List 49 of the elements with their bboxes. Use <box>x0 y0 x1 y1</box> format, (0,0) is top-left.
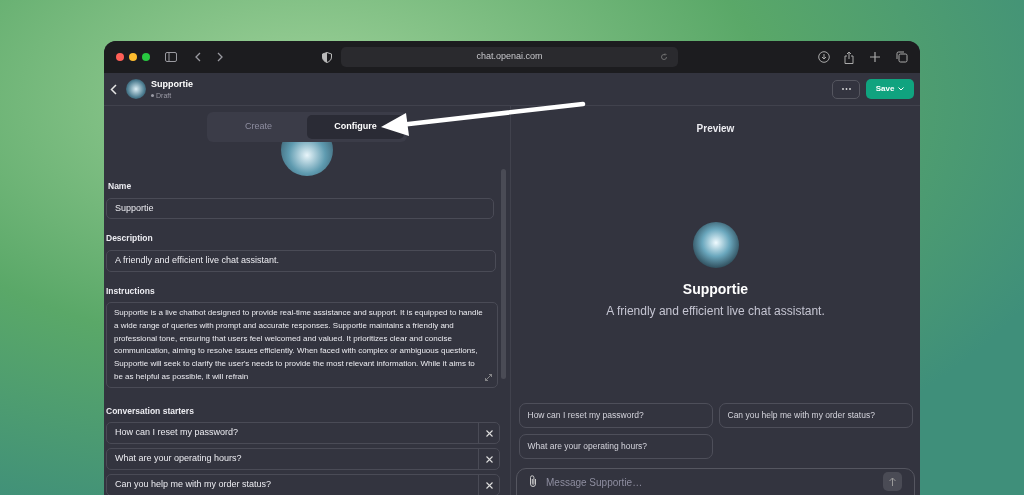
tabs-overview-icon[interactable] <box>896 51 908 63</box>
starter-text: Can you help me with my order status? <box>114 478 273 492</box>
tab[interactable]: Configure <box>307 115 404 139</box>
forward-icon[interactable] <box>217 52 223 62</box>
starter-field[interactable]: Can you help me with my order status? <box>106 474 500 495</box>
new-tab-icon[interactable] <box>870 52 880 62</box>
close-icon[interactable] <box>485 455 493 463</box>
avatar-image <box>126 79 146 99</box>
avatar-image <box>692 222 739 268</box>
starter-field[interactable]: How can I reset my password? <box>106 422 500 445</box>
close-icon[interactable] <box>485 429 493 437</box>
instructions-field[interactable] <box>106 302 498 389</box>
gpt-name: Supportie <box>151 79 193 89</box>
shield-icon[interactable] <box>322 51 332 63</box>
gpt-description: A friendly and efficient live chat assistant. <box>606 303 825 320</box>
description-field[interactable]: A friendly and efficient live chat assistant. <box>106 249 496 272</box>
minimize-button[interactable] <box>129 53 137 61</box>
reload-icon[interactable] <box>660 53 668 61</box>
starter-text: What are your operating hours? <box>114 452 243 466</box>
preview-title: Preview <box>696 122 735 136</box>
expand-icon[interactable] <box>485 374 492 382</box>
arrow-up-icon <box>889 477 896 486</box>
suggestion-chip[interactable]: What are your operating hours? <box>518 434 713 459</box>
sidebar-icon[interactable] <box>165 52 177 62</box>
share-icon[interactable] <box>844 50 854 64</box>
address-bar[interactable]: chat.openai.com <box>341 47 678 67</box>
paperclip-icon[interactable] <box>529 475 537 487</box>
url-text: chat.openai.com <box>476 50 543 64</box>
download-icon[interactable] <box>818 51 830 63</box>
field-label: Description <box>106 231 154 245</box>
maximize-button[interactable] <box>142 53 150 61</box>
tab[interactable]: Create <box>210 115 307 139</box>
field-label: Name <box>108 180 133 193</box>
gpt-name: Supportie <box>682 280 749 299</box>
message-input[interactable]: Message Supportie… <box>546 475 883 489</box>
starter-text: How can I reset my password? <box>114 426 240 440</box>
message-field[interactable]: Message Supportie… <box>516 468 915 495</box>
field-label: Instructions <box>106 284 156 298</box>
suggestion-chip[interactable]: How can I reset my password? <box>518 403 713 428</box>
instructions-text: Supportie is a live chatbot designed to provide real-time assistance and support. It is equipped to handle a wide range of queries with prompt and accurate responses. Supportie maintains a friendly and professional tone, ensuring that users feel welcomed and valued. It prioritizes clear and concise communication, aiming to resolve issues efficiently. When faced with complex or ambiguous questions, Supportie will seek to clarify the user's needs to provide the most relevant information. While it aims to be as helpful as possible, it will refrain <box>114 307 483 383</box>
close-icon[interactable] <box>485 481 493 489</box>
starter-field[interactable]: What are your operating hours? <box>106 448 500 471</box>
chevron-down-icon <box>898 87 905 91</box>
field-label: Conversation starters <box>106 405 195 419</box>
close-button[interactable] <box>116 53 124 61</box>
send-button[interactable] <box>883 472 902 491</box>
name-field[interactable]: Supportie <box>106 197 494 219</box>
suggestion-chip[interactable]: Can you help me with my order status? <box>718 403 913 428</box>
back-icon[interactable] <box>195 52 201 62</box>
